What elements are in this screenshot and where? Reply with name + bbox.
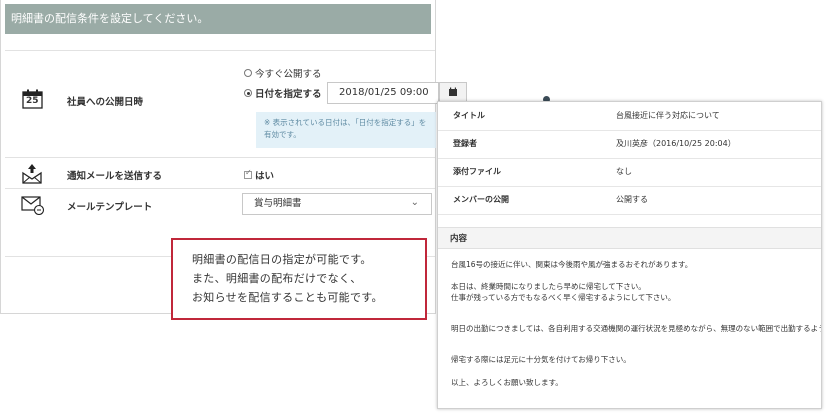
detail-row-attachment: 添付ファイル なし bbox=[438, 158, 821, 187]
body-line: 本日は、終業時間になりましたら早めに帰宅して下さい。 bbox=[451, 282, 646, 291]
publish-date-label: 社員への公開日時 bbox=[67, 97, 144, 108]
mail-send-icon bbox=[21, 163, 43, 185]
detail-value: 及川英彦（2016/10/25 20:04） bbox=[616, 139, 736, 148]
calendar-day: 25 bbox=[26, 96, 39, 106]
body-line: 台風16号の接近に伴い、関東は今後雨や風が強まるおそれがあります。 bbox=[451, 260, 693, 269]
divider bbox=[5, 188, 435, 189]
mail-template-value: 賞与明細書 bbox=[254, 198, 302, 209]
date-note: ※ 表示されている日付は、「日付を指定する」を 有効です。 bbox=[256, 112, 436, 148]
date-note-line-1: ※ 表示されている日付は、「日付を指定する」を bbox=[264, 118, 427, 127]
mail-template-icon bbox=[21, 195, 45, 216]
publish-date-option-label: 日付を指定する bbox=[255, 89, 322, 100]
detail-row-author: 登録者 及川英彦（2016/10/25 20:04） bbox=[438, 130, 821, 159]
publish-now-label: 今すぐ公開する bbox=[255, 69, 322, 80]
publish-date-input[interactable]: 2018/01/25 09:00 bbox=[327, 82, 439, 104]
calendar-small-icon bbox=[449, 87, 457, 96]
feature-callout: 明細書の配信日の指定が可能です。 また、明細書の配布だけでなく、 お知らせを配信… bbox=[171, 238, 427, 320]
notify-checkbox-group[interactable]: はい bbox=[244, 168, 274, 182]
detail-key: 登録者 bbox=[453, 139, 477, 148]
mail-template-label: メールテンプレート bbox=[67, 202, 153, 213]
callout-line-3: お知らせを配信することも可能です。 bbox=[192, 291, 383, 304]
callout-line-1: 明細書の配信日の指定が可能です。 bbox=[192, 253, 372, 266]
notify-checkbox-label: はい bbox=[255, 171, 275, 182]
page-title: 明細書の配信条件を設定してください。 bbox=[5, 4, 431, 34]
content-heading: 内容 bbox=[438, 227, 821, 249]
detail-key: 添付ファイル bbox=[453, 167, 501, 176]
date-note-line-2: 有効です。 bbox=[264, 130, 301, 139]
notice-detail-panel: タイトル 台風接近に伴う対応について 登録者 及川英彦（2016/10/25 2… bbox=[437, 101, 822, 409]
detail-row-title: タイトル 台風接近に伴う対応について bbox=[438, 102, 821, 131]
calendar-icon: 25 bbox=[22, 89, 43, 109]
detail-key: タイトル bbox=[453, 111, 485, 120]
notify-checkbox[interactable] bbox=[244, 168, 252, 179]
detail-value: 公開する bbox=[616, 195, 648, 204]
radio-date[interactable] bbox=[244, 89, 252, 97]
chevron-down-icon: ⌄ bbox=[410, 197, 419, 208]
detail-value: 台風接近に伴う対応について bbox=[616, 111, 720, 120]
detail-value: なし bbox=[616, 167, 632, 176]
body-line: 明日の出勤につきましては、各自利用する交通機関の運行状況を見極めながら、無理のな… bbox=[451, 324, 822, 333]
publish-date-option[interactable]: 日付を指定する bbox=[244, 86, 322, 100]
body-line: 帰宅する際には足元に十分気を付けてお帰り下さい。 bbox=[451, 355, 631, 364]
body-line: 仕事が残っている方でもなるべく早く帰宅するようにして下さい。 bbox=[451, 293, 676, 302]
detail-row-visibility: メンバーの公開 公開する bbox=[438, 186, 821, 215]
mail-template-select[interactable]: 賞与明細書 ⌄ bbox=[242, 193, 432, 215]
notify-mail-label: 通知メールを送信する bbox=[67, 171, 163, 182]
callout-line-2: また、明細書の配布だけでなく、 bbox=[192, 272, 362, 285]
detail-key: メンバーの公開 bbox=[453, 195, 509, 204]
body-line: 以上、よろしくお願い致します。 bbox=[451, 378, 563, 387]
divider bbox=[5, 157, 435, 158]
radio-now[interactable] bbox=[244, 69, 252, 77]
publish-now-option[interactable]: 今すぐ公開する bbox=[244, 66, 322, 80]
